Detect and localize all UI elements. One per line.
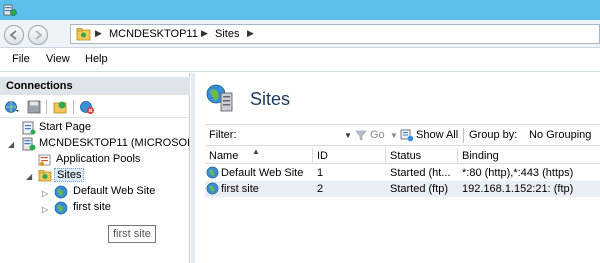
show-all-icon (400, 129, 414, 142)
connect-globe-icon[interactable] (4, 99, 20, 115)
filter-label: Filter: (209, 129, 237, 141)
cell-binding: 192.168.1.152:21: (ftp) (462, 183, 574, 195)
column-header-name[interactable]: Name ▲ (205, 147, 313, 164)
menu-help[interactable]: Help (85, 53, 108, 65)
tree-item-application-pools[interactable]: Application Pools (56, 153, 140, 165)
cell-status: Started (ftp) (390, 183, 449, 195)
sites-folder-icon (38, 170, 52, 182)
title-bar (0, 0, 600, 20)
column-header-label: Binding (462, 150, 499, 162)
column-header-label: ID (317, 150, 328, 162)
address-breadcrumb[interactable]: ▶ MCNDESKTOP11 ▶ Sites ▶ (70, 24, 600, 44)
globe-icon (54, 201, 68, 215)
add-connection-icon[interactable] (52, 99, 68, 115)
arrow-left-icon (9, 30, 17, 40)
save-icon[interactable] (26, 99, 42, 115)
toolbar-divider (46, 100, 47, 114)
menu-view[interactable]: View (46, 53, 70, 65)
go-button[interactable]: Go (370, 129, 385, 141)
funnel-icon[interactable] (355, 129, 367, 141)
column-header-label: Name (209, 150, 239, 162)
tree-item-first-site[interactable]: first site (73, 201, 111, 213)
connections-toolbar (0, 96, 190, 118)
globe-icon (54, 185, 68, 199)
globe-icon (206, 166, 219, 179)
iis-manager-icon (3, 4, 17, 16)
start-page-icon (22, 121, 36, 135)
sites-page-icon (206, 84, 233, 112)
toolbar-divider (73, 100, 74, 114)
breadcrumb-sites[interactable]: Sites (215, 28, 239, 40)
expand-toggle[interactable]: ▷ (42, 206, 50, 214)
table-row[interactable]: first site 2 Started (ftp) 192.168.1.152… (205, 181, 600, 197)
connections-header: Connections (0, 77, 190, 95)
tree-item-default-web-site[interactable]: Default Web Site (73, 185, 155, 197)
breadcrumb-separator: ▶ (247, 28, 254, 38)
arrow-right-icon (35, 30, 43, 40)
menu-file[interactable]: File (12, 53, 30, 65)
tree-item-start-page[interactable]: Start Page (39, 121, 91, 133)
show-all-button[interactable]: Show All (416, 129, 458, 141)
filter-bar: Filter: ▼ Go ▼ Show All Group by: No Gro… (205, 124, 600, 146)
folder-icon (76, 28, 91, 41)
tooltip: first site (108, 225, 156, 243)
expand-toggle[interactable]: ▷ (42, 190, 50, 198)
app-pools-icon (38, 154, 51, 167)
collapse-toggle[interactable]: ◢ (26, 173, 34, 181)
cell-id: 1 (317, 167, 324, 179)
server-icon (22, 137, 36, 151)
breadcrumb-server[interactable]: MCNDESKTOP11 (109, 28, 198, 40)
sites-page: Sites Filter: ▼ Go ▼ Show All Group by: … (195, 73, 600, 263)
sort-ascending-icon: ▲ (252, 147, 260, 156)
table-row[interactable]: Default Web Site 1 Started (ht... *:80 (… (205, 165, 600, 181)
menu-bar: File View Help (0, 48, 600, 72)
cell-name: Default Web Site (221, 167, 304, 179)
column-header-label: Status (390, 150, 422, 162)
tree-item-server[interactable]: MCNDESKTOP11 (MICROSOFT\ (39, 137, 189, 149)
page-title: Sites (250, 89, 291, 109)
globe-icon (206, 182, 219, 195)
tree-item-sites[interactable]: Sites (54, 168, 85, 182)
back-button[interactable] (4, 25, 24, 45)
breadcrumb-separator: ▶ (201, 28, 208, 38)
address-bar: ▶ MCNDESKTOP11 ▶ Sites ▶ (0, 20, 600, 48)
filter-divider (463, 128, 464, 143)
filter-dropdown-arrow[interactable]: ▼ (344, 131, 352, 140)
column-header-binding[interactable]: Binding (458, 148, 600, 164)
column-header-id[interactable]: ID (313, 148, 386, 164)
disconnect-icon[interactable] (79, 99, 95, 115)
forward-button[interactable] (28, 25, 48, 45)
cell-name: first site (221, 183, 259, 195)
cell-status: Started (ht... (390, 167, 451, 179)
group-by-label: Group by: (469, 129, 518, 141)
group-by-select[interactable]: No Grouping (529, 129, 591, 141)
go-dropdown-arrow[interactable]: ▼ (390, 131, 398, 140)
column-header-status[interactable]: Status (386, 148, 458, 164)
breadcrumb-separator: ▶ (95, 28, 102, 38)
collapse-toggle[interactable]: ◢ (8, 141, 16, 149)
connections-panel: Connections Start Page ◢ MCNDESKTOP11 (M… (0, 73, 190, 263)
cell-id: 2 (317, 183, 324, 195)
cell-binding: *:80 (http),*:443 (https) (462, 167, 574, 179)
